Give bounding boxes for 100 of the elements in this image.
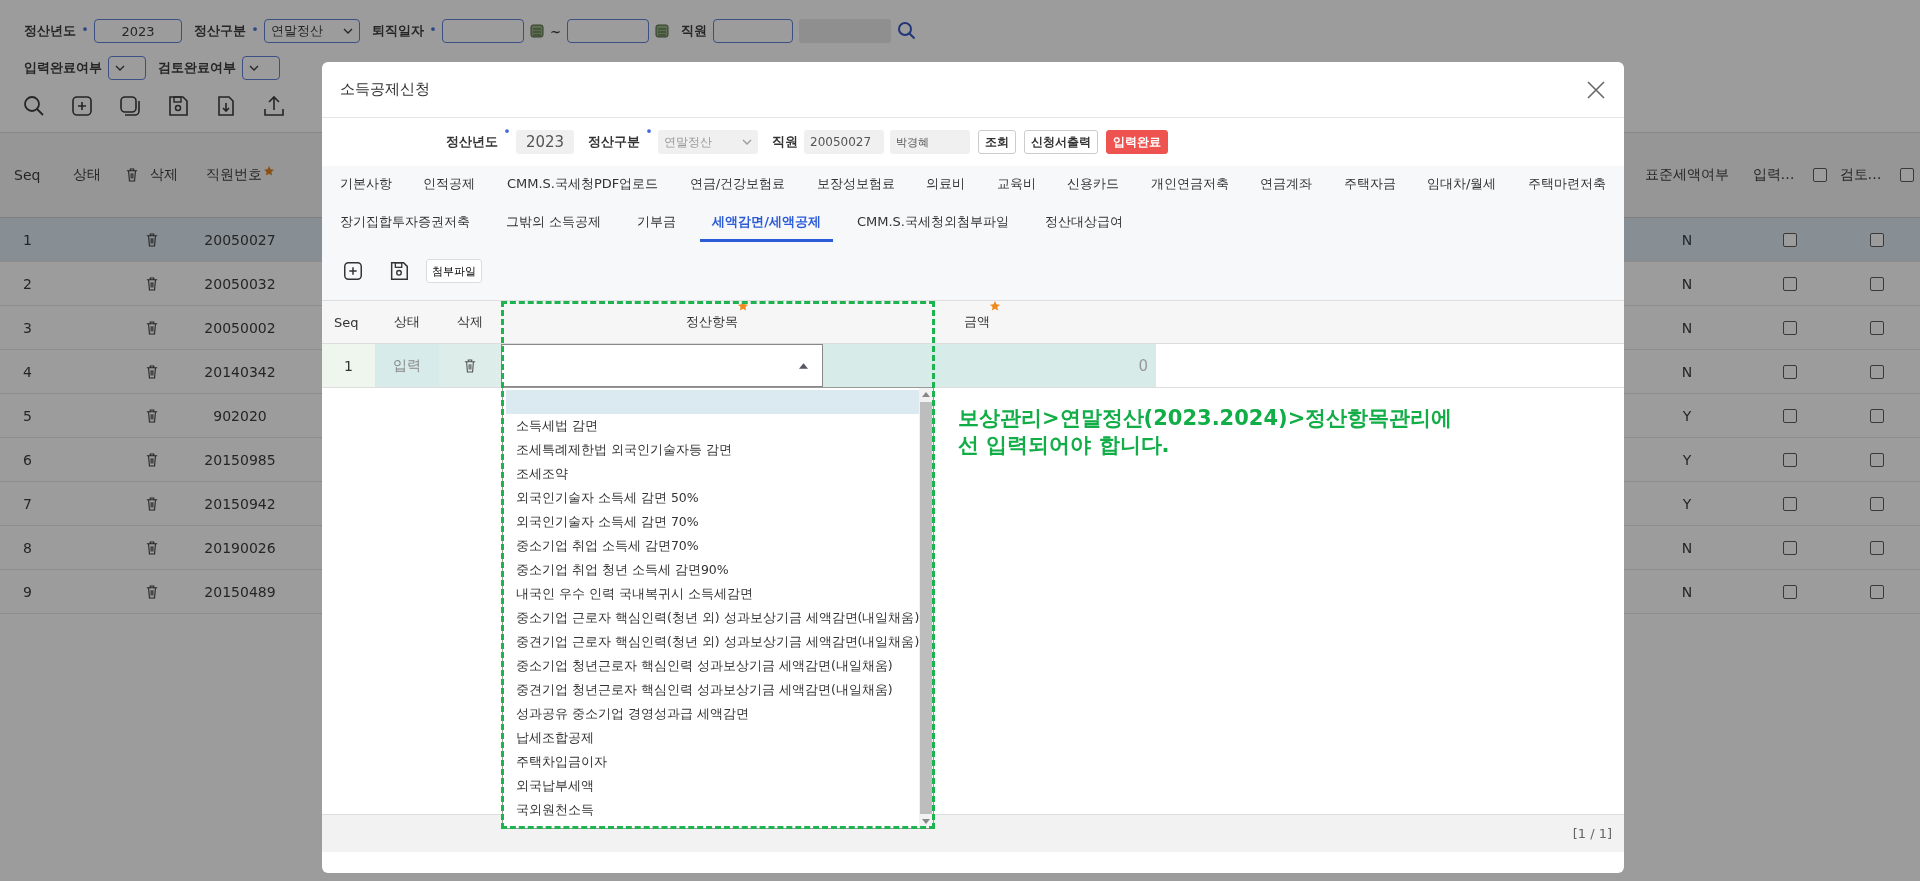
dropdown-option[interactable]: 외국납부세액 bbox=[506, 774, 920, 798]
tab[interactable]: 연금계좌 bbox=[1248, 166, 1325, 204]
filter-label: 정산구분 bbox=[194, 22, 246, 40]
status-select[interactable] bbox=[242, 56, 280, 80]
checkbox[interactable] bbox=[1782, 540, 1797, 555]
table-cell-text: N bbox=[1680, 583, 1694, 600]
scrollbar[interactable] bbox=[919, 388, 933, 828]
save-icon[interactable] bbox=[166, 94, 190, 118]
filter-label: 퇴직일자 bbox=[372, 22, 424, 40]
close-icon[interactable] bbox=[1586, 79, 1606, 100]
copy-icon[interactable] bbox=[118, 94, 142, 118]
tab[interactable]: 정산대상급여 bbox=[1032, 204, 1135, 242]
trash-icon[interactable] bbox=[464, 358, 476, 373]
search-icon[interactable] bbox=[896, 21, 917, 41]
dropdown-option[interactable]: 중소기업 취업 소득세 감면70% bbox=[506, 534, 920, 558]
table-cell-text: 3 bbox=[22, 319, 33, 336]
dropdown-option[interactable]: 조세조약 bbox=[506, 462, 920, 486]
select-all-checkbox[interactable] bbox=[1899, 168, 1914, 182]
checkbox[interactable] bbox=[1782, 408, 1797, 423]
tab[interactable]: 인적공제 bbox=[411, 166, 488, 204]
dropdown-option[interactable]: 납세조합공제 bbox=[506, 726, 920, 750]
checkbox[interactable] bbox=[1869, 364, 1884, 379]
tab[interactable]: 임대차/월세 bbox=[1415, 166, 1509, 204]
tab[interactable]: 그밖의 소득공제 bbox=[494, 204, 614, 242]
checkbox[interactable] bbox=[1869, 276, 1884, 291]
item-select[interactable] bbox=[501, 344, 823, 387]
checkbox[interactable] bbox=[1869, 540, 1884, 555]
tab[interactable]: 장기집합투자증권저축 bbox=[328, 204, 482, 242]
scroll-down-icon[interactable] bbox=[922, 819, 931, 824]
dropdown-option[interactable]: 중견기업 근로자 핵심인력(청년 외) 성과보상기금 세액감면(내일채움) bbox=[506, 630, 920, 654]
dropdown-option[interactable]: 성과공유 중소기업 경영성과급 세액감면 bbox=[506, 702, 920, 726]
action-button[interactable]: 조회 bbox=[978, 130, 1016, 154]
checkbox[interactable] bbox=[1782, 584, 1797, 599]
checkbox[interactable] bbox=[1869, 496, 1884, 511]
checkbox[interactable] bbox=[1869, 408, 1884, 423]
upload-icon[interactable] bbox=[262, 94, 286, 118]
checkbox[interactable] bbox=[1869, 232, 1884, 247]
search-icon[interactable] bbox=[22, 94, 46, 118]
calendar-icon[interactable] bbox=[530, 24, 544, 38]
type-select[interactable]: 연말정산 bbox=[264, 19, 360, 43]
year-field[interactable]: 2023 bbox=[94, 19, 182, 43]
checkbox[interactable] bbox=[1782, 364, 1797, 379]
dropdown-option[interactable]: 국외원천소득 bbox=[506, 798, 920, 822]
dropdown-option[interactable]: 중견기업 청년근로자 핵심인력 성과보상기금 세액감면(내일채움) bbox=[506, 678, 920, 702]
tab[interactable]: 기본사항 bbox=[328, 166, 404, 204]
checkbox[interactable] bbox=[1869, 320, 1884, 335]
dropdown-option[interactable]: 주택차입금이자 bbox=[506, 750, 920, 774]
range-separator: ~ bbox=[550, 23, 561, 39]
trash-icon[interactable] bbox=[145, 320, 158, 335]
trash-icon[interactable] bbox=[145, 408, 158, 423]
checkbox[interactable] bbox=[1869, 584, 1884, 599]
checkbox[interactable] bbox=[1869, 452, 1884, 467]
dropdown-option[interactable]: 중소기업 취업 청년 소득세 감면90% bbox=[506, 558, 920, 582]
dropdown-option[interactable]: 조세특례제한법 외국인기술자등 감면 bbox=[506, 438, 920, 462]
date-field[interactable] bbox=[566, 19, 649, 43]
calendar-icon[interactable] bbox=[654, 24, 669, 38]
save-icon[interactable] bbox=[388, 260, 410, 282]
add-icon[interactable] bbox=[70, 94, 94, 118]
checkbox[interactable] bbox=[1782, 496, 1797, 511]
dropdown-option[interactable]: 내국인 우수 인력 국내복귀시 소득세감면 bbox=[506, 582, 920, 606]
action-button[interactable]: 신청서출력 bbox=[1024, 130, 1098, 154]
tab[interactable]: 개인연금저축 bbox=[1138, 166, 1241, 204]
dropdown-option[interactable]: 중소기업 청년근로자 핵심인력 성과보상기금 세액감면(내일채움) bbox=[506, 654, 920, 678]
tab[interactable]: 기부금 bbox=[625, 204, 689, 242]
trash-icon[interactable] bbox=[145, 496, 158, 511]
trash-icon[interactable] bbox=[145, 276, 158, 291]
tab[interactable]: CMM.S.국세청외첨부파일 bbox=[844, 204, 1021, 242]
tab[interactable]: 주택자금 bbox=[1331, 166, 1408, 204]
checkbox[interactable] bbox=[1782, 232, 1797, 247]
tab[interactable]: 교육비 bbox=[984, 166, 1048, 204]
tab[interactable]: 보장성보험료 bbox=[804, 166, 907, 204]
trash-icon[interactable] bbox=[145, 364, 158, 379]
tab[interactable]: 의료비 bbox=[914, 166, 978, 204]
status-select[interactable] bbox=[108, 56, 146, 80]
trash-icon[interactable] bbox=[145, 232, 158, 247]
scroll-up-icon[interactable] bbox=[922, 392, 931, 397]
checkbox[interactable] bbox=[1782, 320, 1797, 335]
trash-icon[interactable] bbox=[145, 584, 158, 599]
dropdown-option[interactable]: 중소기업 근로자 핵심인력(청년 외) 성과보상기금 세액감면(내일채움) bbox=[506, 606, 920, 630]
tab[interactable]: CMM.S.국세청PDF업로드 bbox=[494, 166, 671, 204]
employee-field[interactable] bbox=[712, 19, 793, 43]
date-field[interactable] bbox=[442, 19, 524, 43]
trash-icon[interactable] bbox=[145, 452, 158, 467]
dropdown-option[interactable]: 외국인기술자 소득세 감면 70% bbox=[506, 510, 920, 534]
filter-label: 직원 bbox=[680, 22, 707, 40]
tab[interactable]: 연금/건강보험료 bbox=[677, 166, 798, 204]
trash-icon[interactable] bbox=[145, 540, 158, 555]
dropdown-option[interactable]: 소득세법 감면 bbox=[506, 414, 920, 438]
table-cell-text: 20050002 bbox=[203, 319, 277, 336]
checkbox[interactable] bbox=[1782, 452, 1797, 467]
tab[interactable]: 신용카드 bbox=[1055, 166, 1132, 204]
add-icon[interactable] bbox=[342, 260, 364, 282]
table-cell-text: 2 bbox=[22, 275, 33, 292]
employee-name-field: 박경혜 bbox=[890, 130, 970, 154]
select-all-checkbox[interactable] bbox=[1812, 168, 1827, 182]
table-cell-text: 6 bbox=[22, 451, 33, 468]
attach-button[interactable]: 첨부파일 bbox=[426, 259, 482, 283]
checkbox[interactable] bbox=[1782, 276, 1797, 291]
dropdown-option[interactable]: 외국인기술자 소득세 감면 50% bbox=[506, 486, 920, 510]
tab[interactable]: 주택마련저축 bbox=[1515, 166, 1618, 204]
